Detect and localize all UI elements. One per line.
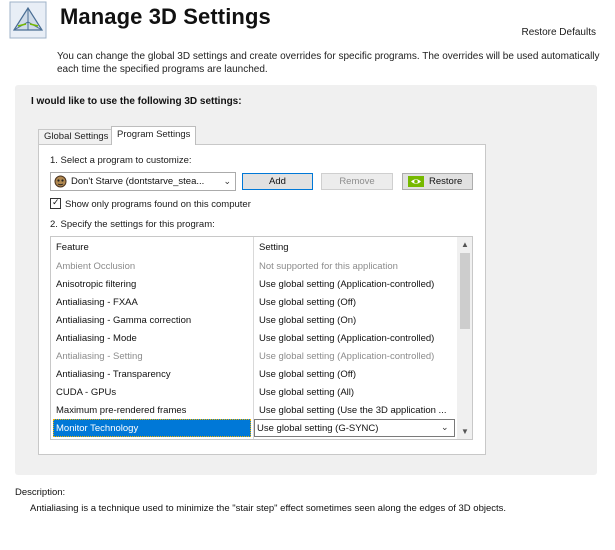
feature-cell: Antialiasing - Setting: [56, 351, 143, 362]
panel-heading: I would like to use the following 3D set…: [31, 96, 242, 107]
chevron-down-icon[interactable]: ⌄: [441, 422, 449, 433]
scroll-down-arrow-icon[interactable]: ▼: [457, 425, 472, 439]
program-select-value: Don't Starve (dontstarve_stea...: [71, 176, 205, 187]
header: Manage 3D Settings Restore Defaults: [0, 0, 615, 44]
setting-cell: Use global setting (Use the 3D applicati…: [259, 405, 447, 416]
scroll-thumb[interactable]: [460, 253, 470, 329]
setting-cell: Use global setting (Off): [259, 297, 356, 308]
program-settings-tab-body: 1. Select a program to customize: Don't …: [38, 144, 486, 455]
table-row[interactable]: Antialiasing - Setting Use global settin…: [51, 347, 457, 365]
feature-cell: Antialiasing - Gamma correction: [56, 315, 192, 326]
restore-button-label: Restore: [429, 176, 463, 187]
chevron-down-icon: ⌄: [223, 176, 231, 186]
tab-global-settings[interactable]: Global Settings: [38, 129, 115, 145]
feature-cell: CUDA - GPUs: [56, 387, 117, 398]
column-header-setting: Setting: [259, 242, 289, 253]
table-row[interactable]: Antialiasing - Transparency Use global s…: [51, 365, 457, 383]
description-text: Antialiasing is a technique used to mini…: [30, 503, 507, 514]
show-only-programs-label: Show only programs found on this compute…: [65, 199, 251, 210]
nvidia-logo-icon: [408, 176, 424, 187]
remove-button[interactable]: Remove: [321, 173, 393, 190]
program-select[interactable]: Don't Starve (dontstarve_stea... ⌄: [50, 172, 236, 191]
table-row[interactable]: Anisotropic filtering Use global setting…: [51, 275, 457, 293]
intro-text: You can change the global 3D settings an…: [57, 51, 600, 75]
setting-dropdown-value: Use global setting (G-SYNC): [257, 423, 379, 434]
feature-cell: Maximum pre-rendered frames: [56, 405, 187, 416]
show-only-programs-checkbox[interactable]: ✓: [50, 197, 61, 209]
table-row[interactable]: Antialiasing - Mode Use global setting (…: [51, 329, 457, 347]
scroll-up-arrow-icon[interactable]: ▲: [457, 238, 472, 252]
setting-cell: Not supported for this application: [259, 261, 398, 272]
add-button[interactable]: Add: [242, 173, 313, 190]
setting-cell: Use global setting (Application-controll…: [259, 333, 435, 344]
feature-cell: Ambient Occlusion: [56, 261, 136, 272]
feature-cell: Monitor Technology: [56, 423, 139, 434]
feature-cell: Antialiasing - Mode: [56, 333, 137, 344]
settings-panel: I would like to use the following 3D set…: [15, 85, 597, 475]
select-program-label: 1. Select a program to customize:: [50, 155, 192, 166]
game-icon: [54, 175, 67, 188]
checkmark-icon: ✓: [52, 197, 60, 207]
setting-cell: Use global setting (Off): [259, 369, 356, 380]
table-row[interactable]: CUDA - GPUs Use global setting (All): [51, 383, 457, 401]
restore-defaults-link[interactable]: Restore Defaults: [522, 27, 596, 38]
grid-header: Feature Setting: [51, 237, 457, 255]
vertical-scrollbar[interactable]: ▲ ▼: [457, 237, 472, 439]
feature-cell: Antialiasing - Transparency: [56, 369, 171, 380]
setting-cell: Use global setting (All): [259, 387, 355, 398]
feature-cell: Anisotropic filtering: [56, 279, 137, 290]
table-row[interactable]: Antialiasing - Gamma correction Use glob…: [51, 311, 457, 329]
table-row[interactable]: Maximum pre-rendered frames Use global s…: [51, 401, 457, 419]
restore-button[interactable]: Restore: [402, 173, 473, 190]
page-title: Manage 3D Settings: [60, 4, 271, 29]
description-label: Description:: [15, 487, 66, 498]
specify-settings-label: 2. Specify the settings for this program…: [50, 219, 215, 230]
settings-grid[interactable]: Feature Setting Ambient Occlusion Not su…: [50, 236, 473, 440]
setting-cell: Use global setting (On): [259, 315, 357, 326]
table-row[interactable]: Ambient Occlusion Not supported for this…: [51, 257, 457, 275]
table-row[interactable]: Antialiasing - FXAA Use global setting (…: [51, 293, 457, 311]
tab-program-settings[interactable]: Program Settings: [111, 126, 197, 145]
table-row-selected[interactable]: Monitor Technology Use global setting (G…: [51, 419, 457, 437]
setting-cell: Use global setting (Application-controll…: [259, 351, 435, 362]
3d-settings-icon: [9, 1, 47, 39]
setting-cell: Use global setting (Application-controll…: [259, 279, 435, 290]
feature-cell: Antialiasing - FXAA: [56, 297, 138, 308]
column-header-feature: Feature: [56, 242, 89, 253]
